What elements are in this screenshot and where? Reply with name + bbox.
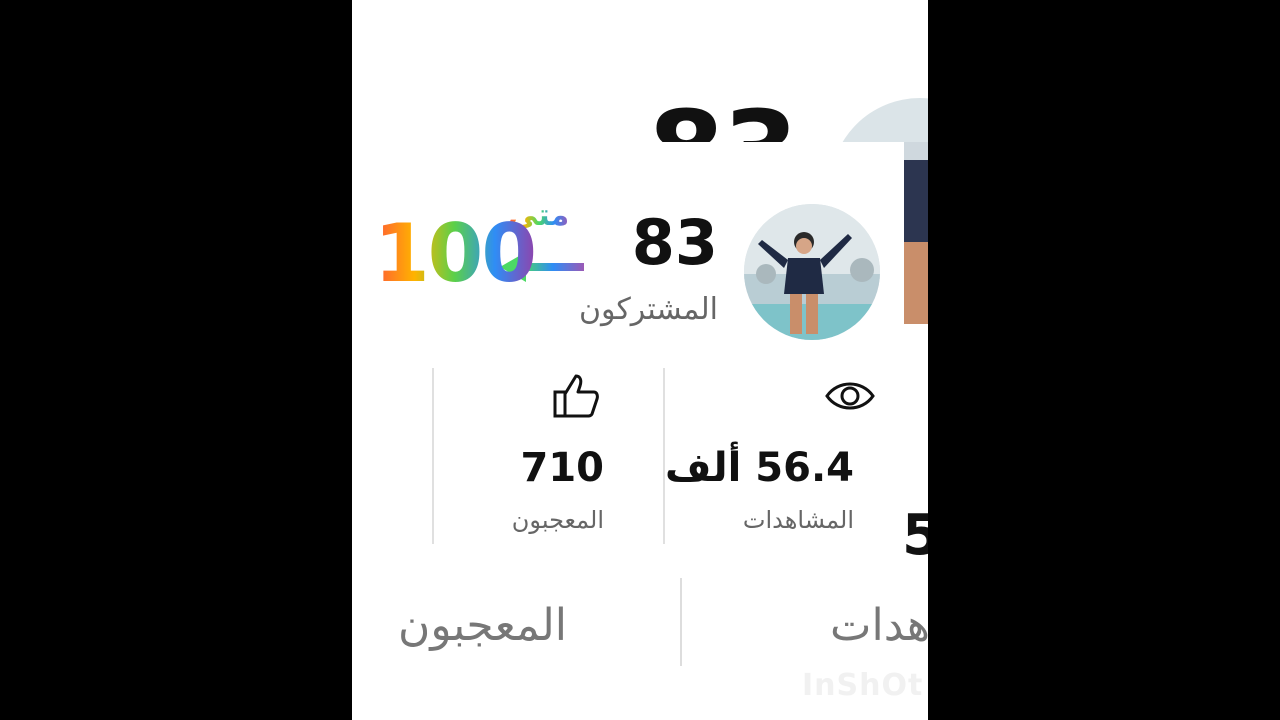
channel-avatar[interactable] — [744, 204, 880, 340]
background-avatar-photo — [904, 142, 928, 324]
views-value: 56.4 ألف — [665, 445, 854, 491]
likes-value: 710 — [520, 445, 605, 491]
subscriber-count: 83 — [631, 206, 718, 279]
avatar-photo — [744, 204, 880, 340]
subscriber-label: المشتركون — [579, 292, 718, 327]
stats-divider-left — [432, 368, 434, 544]
eye-icon — [825, 382, 875, 410]
video-frame: 83 5 هدات المعجبون 83 المشتركون — [352, 0, 928, 720]
tab-views[interactable]: هدات — [830, 600, 928, 651]
tab-likes[interactable]: المعجبون — [398, 600, 567, 651]
thumbs-up-icon — [553, 374, 599, 418]
goal-target-number: 100 — [374, 207, 537, 300]
tab-divider — [680, 578, 682, 666]
views-label: المشاهدات — [742, 506, 854, 534]
channel-stats-card: 83 المشتركون متى 100 56.4 ألف المشاهدات — [352, 142, 904, 578]
background-digit: 5 — [902, 503, 928, 568]
app-watermark: InShOt — [802, 668, 924, 703]
likes-label: المعجبون — [511, 506, 604, 534]
